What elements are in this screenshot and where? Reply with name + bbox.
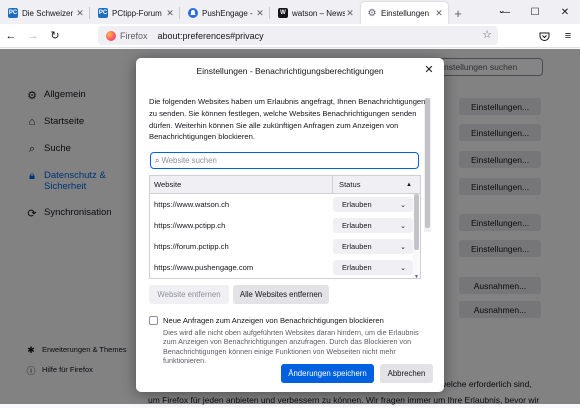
notification-permissions-dialog: Einstellungen - Benachrichtigungsberecht… bbox=[136, 58, 444, 392]
status-value: Erlauben bbox=[342, 242, 372, 251]
gear-icon: ⚙ bbox=[367, 7, 377, 19]
back-icon[interactable]: ← bbox=[0, 25, 22, 47]
status-select[interactable]: Erlauben ⌄ bbox=[333, 218, 413, 233]
tab-einstellungen[interactable]: ⚙ Einstellungen ✕ bbox=[361, 2, 448, 24]
checkbox-label: Neue Anfragen zum Anzeigen von Benachric… bbox=[163, 316, 384, 325]
pushengage-favicon-icon bbox=[188, 8, 198, 18]
dialog-description: Die folgenden Websites haben um Erlaubni… bbox=[149, 97, 426, 142]
site-url: https://www.pctipp.ch bbox=[154, 221, 226, 230]
window-controls: — ☐ ✕ bbox=[490, 0, 580, 24]
minimize-icon[interactable]: — bbox=[490, 0, 520, 24]
close-tab-icon[interactable]: ✕ bbox=[75, 8, 85, 19]
plus-icon[interactable]: + bbox=[448, 2, 468, 24]
tab-watson[interactable]: W watson – News ohn ✕ bbox=[272, 2, 359, 24]
chevron-down-icon: ⌄ bbox=[400, 264, 406, 272]
forward-icon[interactable]: → bbox=[22, 25, 44, 47]
tab-separator bbox=[179, 7, 180, 19]
site-url: https://www.watson.ch bbox=[154, 200, 230, 209]
column-header-label: Status bbox=[339, 180, 361, 189]
pocket-icon[interactable] bbox=[532, 24, 556, 48]
close-tab-icon[interactable]: ✕ bbox=[255, 8, 265, 19]
status-value: Erlauben bbox=[342, 263, 372, 272]
scrollbar-thumb[interactable] bbox=[414, 194, 419, 250]
tab-separator bbox=[89, 7, 90, 19]
status-value: Erlauben bbox=[342, 221, 372, 230]
tab-title: watson – News ohn bbox=[292, 8, 345, 18]
site-url: https://forum.pctipp.ch bbox=[154, 242, 229, 251]
tab-schweizer-plattform[interactable]: PC Die Schweizer Plat ✕ bbox=[2, 2, 89, 24]
search-icon: ⌕ bbox=[155, 155, 160, 165]
tab-separator bbox=[269, 7, 270, 19]
menu-icon[interactable]: ≡ bbox=[556, 24, 580, 48]
save-changes-button[interactable]: Änderungen speichern bbox=[281, 364, 374, 383]
table-row[interactable]: https://www.pctipp.ch Erlauben ⌄ bbox=[150, 215, 420, 236]
maximize-icon[interactable]: ☐ bbox=[520, 0, 550, 24]
column-header-website[interactable]: Website bbox=[150, 176, 333, 193]
website-search-field[interactable]: ⌕ bbox=[150, 152, 419, 169]
tab-title: Die Schweizer Plat bbox=[22, 8, 75, 18]
dialog-title: Einstellungen - Benachrichtigungsberecht… bbox=[196, 66, 384, 76]
chevron-down-icon: ⌄ bbox=[400, 201, 406, 209]
watson-favicon-icon: W bbox=[278, 8, 288, 18]
tab-title: PushEngage - The bbox=[202, 8, 255, 18]
status-select[interactable]: Erlauben ⌄ bbox=[333, 197, 413, 212]
url-brand: Firefox bbox=[120, 30, 148, 41]
reload-icon[interactable]: ↻ bbox=[44, 25, 66, 47]
remove-website-button[interactable]: Website entfernen bbox=[149, 285, 229, 304]
tab-pushengage[interactable]: PushEngage - The ✕ bbox=[182, 2, 269, 24]
close-tab-icon[interactable]: ✕ bbox=[345, 8, 355, 19]
sort-up-icon: ▲ bbox=[406, 181, 412, 188]
remove-all-websites-button[interactable]: Alle Websites entfernen bbox=[233, 285, 329, 304]
close-tab-icon[interactable]: ✕ bbox=[434, 8, 444, 19]
chevron-down-icon: ⌄ bbox=[400, 243, 406, 251]
navigation-bar: ← → ↻ Firefox about:preferences#privacy … bbox=[0, 24, 580, 48]
block-requests-checkbox[interactable] bbox=[149, 316, 158, 325]
table-row[interactable]: https://forum.pctipp.ch Erlauben ⌄ bbox=[150, 236, 420, 257]
status-select[interactable]: Erlauben ⌄ bbox=[333, 239, 413, 254]
bookmark-star-icon[interactable]: ☆ bbox=[482, 28, 492, 41]
column-header-status[interactable]: Status ▲ bbox=[333, 180, 420, 189]
block-requests-option[interactable]: Neue Anfragen zum Anzeigen von Benachric… bbox=[149, 316, 384, 325]
url-text[interactable]: about:preferences#privacy bbox=[158, 31, 264, 41]
block-requests-description: Dies wird alle nicht oben aufgeführten W… bbox=[163, 328, 419, 366]
url-bar[interactable]: Firefox about:preferences#privacy ☆ bbox=[98, 26, 498, 45]
cancel-button[interactable]: Abbrechen bbox=[380, 364, 433, 383]
toolbar-right: ≡ bbox=[532, 24, 580, 48]
table-header: Website Status ▲ bbox=[150, 176, 420, 194]
status-select[interactable]: Erlauben ⌄ bbox=[333, 260, 413, 275]
table-row[interactable]: https://www.watson.ch Erlauben ⌄ bbox=[150, 194, 420, 215]
close-window-icon[interactable]: ✕ bbox=[550, 0, 580, 24]
tab-title: Einstellungen bbox=[381, 8, 430, 18]
tab-pctipp-forum[interactable]: PC PCtipp-Forum ✕ bbox=[92, 2, 179, 24]
site-url: https://www.pushengage.com bbox=[154, 263, 254, 272]
scroll-down-icon[interactable]: ▼ bbox=[413, 274, 420, 278]
firefox-logo-icon bbox=[106, 30, 116, 41]
website-search-input[interactable] bbox=[161, 156, 402, 165]
status-value: Erlauben bbox=[342, 200, 372, 209]
pctipp-favicon-icon: PC bbox=[8, 8, 18, 18]
tab-title: PCtipp-Forum bbox=[112, 8, 162, 18]
table-scrollbar[interactable]: ▼ bbox=[413, 194, 420, 278]
close-icon[interactable]: ✕ bbox=[422, 62, 436, 76]
close-tab-icon[interactable]: ✕ bbox=[165, 8, 175, 19]
chevron-down-icon: ⌄ bbox=[400, 222, 406, 230]
table-row[interactable]: https://www.pushengage.com Erlauben ⌄ bbox=[150, 257, 420, 278]
pctipp-favicon-icon: PC bbox=[98, 8, 108, 18]
permissions-table: Website Status ▲ https://www.watson.ch E… bbox=[149, 175, 421, 279]
